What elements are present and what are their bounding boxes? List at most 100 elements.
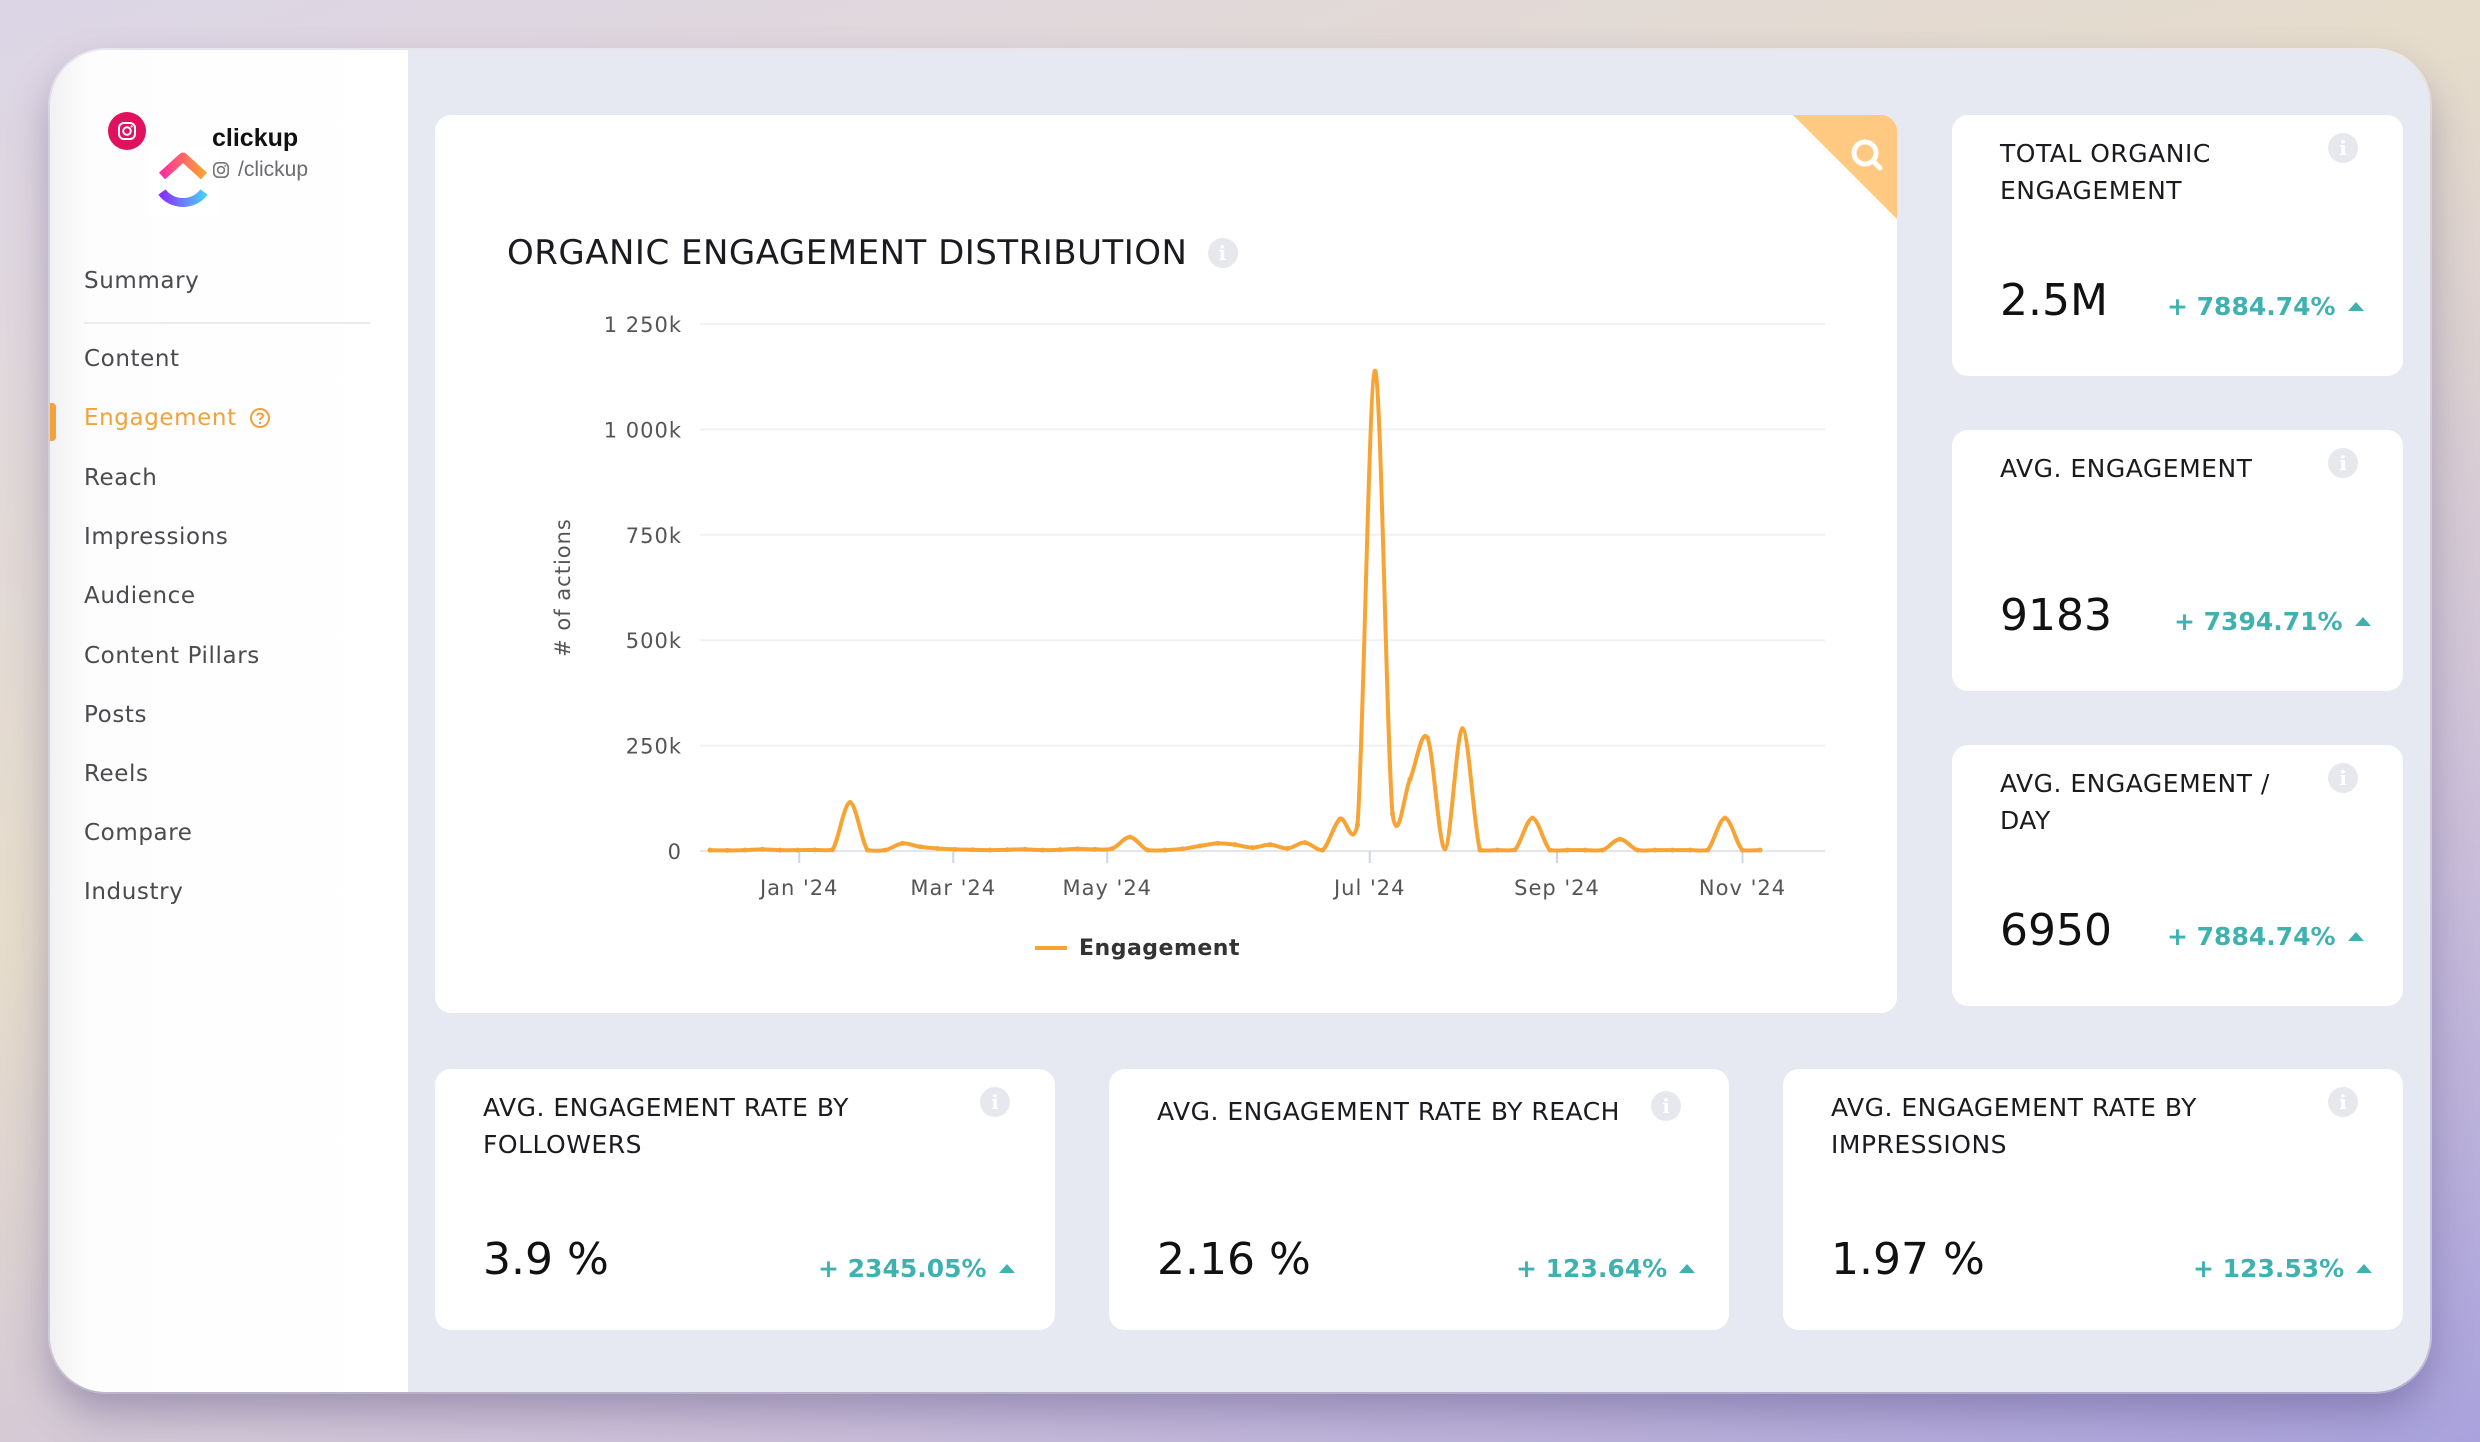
data-point xyxy=(1250,845,1255,851)
info-icon[interactable]: i xyxy=(2328,763,2358,793)
data-point xyxy=(1565,847,1570,853)
sidebar-item-label: Posts xyxy=(84,702,148,728)
sidebar-item-summary[interactable]: Summary xyxy=(84,268,199,294)
stat-change-text: + 7884.74% xyxy=(2167,292,2336,321)
stat-change-text: + 7394.71% xyxy=(2174,607,2343,636)
trend-up-icon xyxy=(998,1264,1015,1273)
nav-divider xyxy=(84,322,370,324)
stat-change: + 123.53% xyxy=(2193,1254,2373,1283)
data-point xyxy=(882,847,888,853)
stat-value: 6950 xyxy=(2000,905,2112,956)
x-tick-label: Jan '24 xyxy=(758,876,839,900)
data-point xyxy=(1110,845,1115,851)
stat-change: + 123.64% xyxy=(1516,1254,1696,1283)
data-point xyxy=(1215,840,1220,846)
sidebar-item-label: Content Pillars xyxy=(84,643,260,669)
stat-card-rate-by-reach: AVG. ENGAGEMENT RATE BY REACH i 2.16 % +… xyxy=(1109,1069,1729,1330)
data-point xyxy=(1180,846,1185,852)
data-point xyxy=(812,847,818,853)
instagram-icon xyxy=(212,161,230,179)
data-point xyxy=(1425,735,1430,741)
profile-handle: /clickup xyxy=(212,158,308,182)
sidebar-item-engagement[interactable]: Engagement xyxy=(84,405,271,431)
stat-title: AVG. ENGAGEMENT RATE BY IMPRESSIONS xyxy=(1831,1093,2197,1159)
sidebar-item-audience[interactable]: Audience xyxy=(84,583,196,609)
data-point xyxy=(1407,776,1413,782)
y-tick-label: 250k xyxy=(626,735,682,759)
engagement-distribution-card: ORGANIC ENGAGEMENT DISTRIBUTION i 0 250k 5… xyxy=(435,115,1897,1013)
series-line-engagement xyxy=(709,369,1761,853)
stat-change-text: + 123.64% xyxy=(1516,1254,1668,1283)
x-tick-label: Mar '24 xyxy=(910,876,996,900)
data-point xyxy=(1337,816,1343,822)
stat-value: 3.9 % xyxy=(483,1234,609,1285)
data-point xyxy=(1582,847,1588,853)
sidebar-item-industry[interactable]: Industry xyxy=(84,879,183,905)
sidebar-item-posts[interactable]: Posts xyxy=(84,702,147,728)
profile-header: clickup /clickup xyxy=(98,80,398,216)
sidebar-item-reels[interactable]: Reels xyxy=(84,761,149,787)
stat-value: 9183 xyxy=(2000,590,2112,641)
data-point xyxy=(1022,846,1028,852)
data-point xyxy=(1390,811,1395,817)
trend-up-icon xyxy=(2356,1264,2373,1273)
stat-card-rate-by-impressions: AVG. ENGAGEMENT RATE BY IMPRESSIONS i 1.… xyxy=(1783,1069,2403,1330)
sidebar-item-label: Content xyxy=(84,346,180,372)
data-point xyxy=(847,800,853,806)
clickup-logo xyxy=(148,146,218,216)
data-point xyxy=(830,847,835,853)
info-icon[interactable]: i xyxy=(2328,1087,2358,1117)
y-tick-label: 0 xyxy=(668,840,682,864)
stat-value: 2.5M xyxy=(2000,275,2108,326)
profile-name: clickup xyxy=(212,124,299,152)
sidebar-item-content[interactable]: Content xyxy=(84,346,180,372)
stat-change-text: + 123.53% xyxy=(2193,1254,2345,1283)
stat-title: AVG. ENGAGEMENT xyxy=(2000,454,2253,483)
stat-change: + 7884.74% xyxy=(2167,292,2364,321)
y-tick-label: 500k xyxy=(626,629,682,653)
data-point xyxy=(1372,368,1378,374)
info-icon[interactable]: i xyxy=(2328,133,2358,163)
sidebar-item-compare[interactable]: Compare xyxy=(84,820,193,846)
data-point xyxy=(865,847,870,853)
data-point xyxy=(1617,836,1623,842)
data-point xyxy=(1495,847,1500,853)
data-point xyxy=(1670,847,1675,853)
sidebar-item-impressions[interactable]: Impressions xyxy=(84,524,228,550)
data-point xyxy=(760,846,765,852)
stat-card-avg-engagement-per-day: AVG. ENGAGEMENT / DAY i 6950 + 7884.74% xyxy=(1952,745,2403,1006)
legend-label: Engagement xyxy=(1079,936,1240,961)
stat-title: TOTAL ORGANIC ENGAGEMENT xyxy=(2000,139,2211,205)
data-point xyxy=(1705,847,1710,853)
y-axis-title: # of actions xyxy=(551,518,575,657)
info-icon[interactable]: i xyxy=(1651,1091,1681,1121)
data-point xyxy=(1512,847,1518,853)
sidebar-item-reach[interactable]: Reach xyxy=(84,465,157,491)
active-indicator xyxy=(50,403,56,441)
stat-card-rate-by-followers: AVG. ENGAGEMENT RATE BY FOLLOWERS i 3.9 … xyxy=(435,1069,1055,1330)
data-point xyxy=(1162,847,1168,853)
sidebar-item-label: Compare xyxy=(84,820,193,846)
data-point xyxy=(900,840,905,846)
data-point xyxy=(1600,847,1605,853)
data-point xyxy=(1092,846,1098,852)
data-point xyxy=(1285,845,1290,851)
stat-change: + 2345.05% xyxy=(818,1254,1015,1283)
sidebar-item-label: Summary xyxy=(84,268,200,294)
question-circle-icon[interactable] xyxy=(249,407,271,429)
info-icon[interactable]: i xyxy=(980,1087,1010,1117)
data-point xyxy=(1442,846,1448,852)
data-point xyxy=(1530,815,1535,821)
data-point xyxy=(1547,847,1553,853)
instagram-badge-icon xyxy=(108,112,146,150)
data-point xyxy=(1145,847,1150,853)
sidebar-item-content-pillars[interactable]: Content Pillars xyxy=(84,643,260,669)
stat-change-text: + 7884.74% xyxy=(2167,922,2336,951)
sidebar-item-label: Audience xyxy=(84,583,196,609)
x-tick-label: Nov '24 xyxy=(1699,876,1786,900)
sidebar-item-label: Industry xyxy=(84,879,184,905)
data-point xyxy=(917,844,923,850)
info-icon[interactable]: i xyxy=(2328,448,2358,478)
data-point xyxy=(1197,843,1203,849)
stat-card-avg-engagement: AVG. ENGAGEMENT i 9183 + 7394.71% xyxy=(1952,430,2403,691)
